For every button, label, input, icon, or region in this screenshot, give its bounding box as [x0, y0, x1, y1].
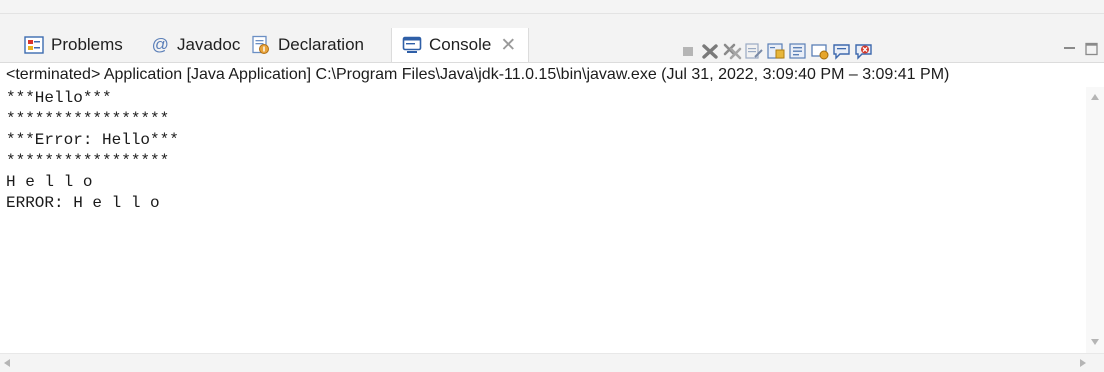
- javadoc-at-icon: @: [151, 35, 169, 54]
- console-output[interactable]: ***Hello*** ***************** ***Error: …: [0, 87, 1086, 353]
- tab-problems-label: Problems: [51, 35, 123, 54]
- display-selected-console-icon[interactable]: [832, 41, 852, 61]
- console-line: H e l l o: [6, 173, 93, 191]
- tab-javadoc-label: Javadoc: [177, 35, 241, 54]
- console-line: *****************: [6, 152, 170, 170]
- horizontal-scrollbar[interactable]: [0, 353, 1104, 372]
- clear-console-icon[interactable]: [744, 41, 764, 61]
- console-line: ***Error: Hello***: [6, 131, 179, 149]
- scroll-down-icon[interactable]: [1091, 339, 1099, 345]
- tab-javadoc[interactable]: @ Javadoc: [150, 28, 240, 62]
- tab-declaration-label: Declaration: [278, 35, 364, 54]
- tab-console[interactable]: Console ✕: [391, 28, 530, 62]
- tab-problems[interactable]: Problems: [24, 28, 123, 62]
- console-icon: [402, 35, 422, 55]
- close-icon[interactable]: ✕: [500, 36, 516, 55]
- word-wrap-icon[interactable]: [788, 41, 808, 61]
- pin-console-icon[interactable]: [810, 41, 830, 61]
- minimize-icon[interactable]: [1062, 42, 1078, 56]
- scroll-up-icon[interactable]: [1091, 94, 1099, 100]
- scroll-lock-icon[interactable]: [766, 41, 786, 61]
- vertical-scrollbar[interactable]: [1086, 87, 1104, 353]
- declaration-icon: [251, 35, 271, 55]
- remove-all-terminated-icon[interactable]: [722, 41, 742, 61]
- console-toolbar: [678, 40, 876, 62]
- remove-launch-icon[interactable]: [700, 41, 720, 61]
- view-window-controls: [1062, 42, 1104, 56]
- maximize-icon[interactable]: [1084, 42, 1100, 56]
- view-tab-bar: Problems @ Javadoc Declaration Console ✕: [0, 14, 1104, 62]
- problems-icon: [24, 35, 44, 55]
- terminate-icon[interactable]: [678, 41, 698, 61]
- console-process-line: <terminated> Application [Java Applicati…: [0, 62, 1104, 87]
- console-line: ERROR: H e l l o: [6, 194, 160, 212]
- scroll-left-icon[interactable]: [4, 359, 10, 367]
- tab-console-label: Console: [429, 35, 492, 54]
- process-description: <terminated> Application [Java Applicati…: [6, 66, 950, 83]
- scroll-right-icon[interactable]: [1080, 359, 1086, 367]
- console-line: *****************: [6, 110, 170, 128]
- console-line: ***Hello***: [6, 89, 112, 107]
- tab-declaration[interactable]: Declaration: [251, 28, 364, 62]
- top-strip: [0, 0, 1104, 14]
- open-console-icon[interactable]: [854, 41, 874, 61]
